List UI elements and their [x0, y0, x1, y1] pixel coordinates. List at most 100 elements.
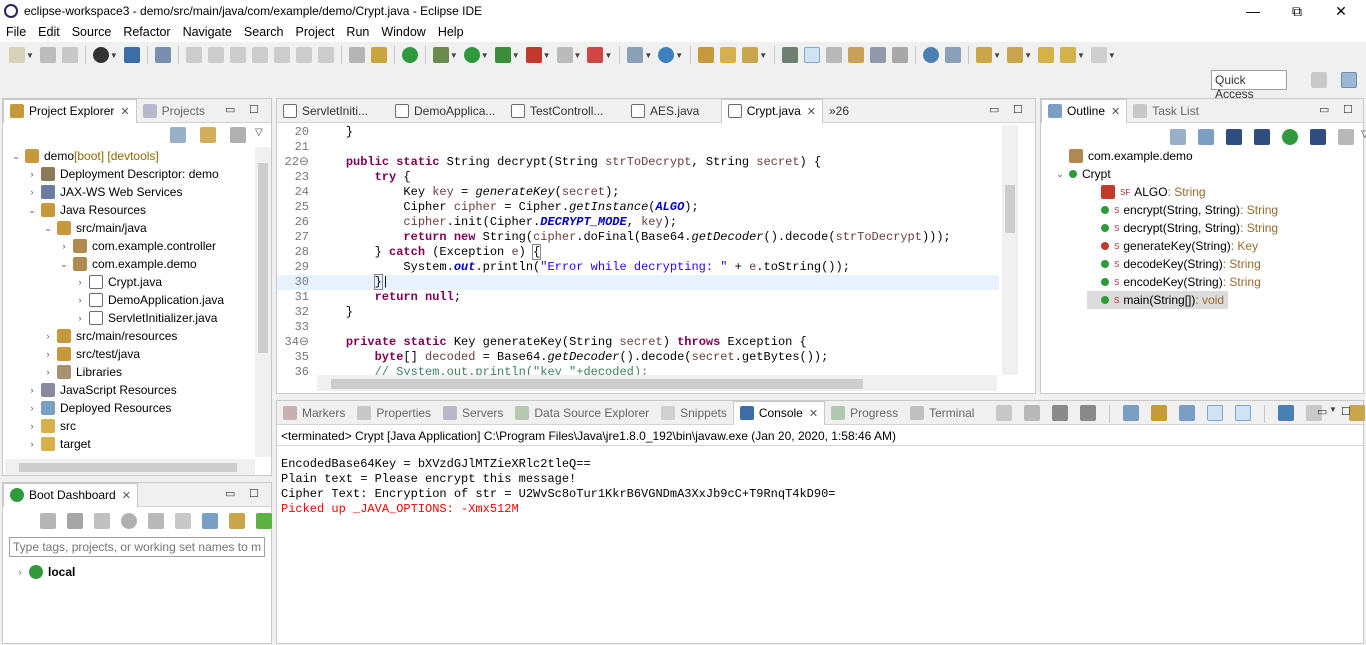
chevron-right-icon[interactable]: › — [27, 169, 37, 179]
tree-item[interactable]: › target — [27, 435, 91, 453]
maximize-view-icon[interactable]: ☐ — [1341, 405, 1351, 418]
tree-item[interactable]: › Crypt.java — [75, 273, 162, 291]
hide-nonpublic-icon[interactable] — [1282, 129, 1298, 145]
focus-icon[interactable] — [1338, 129, 1354, 145]
new-console-icon[interactable] — [1348, 405, 1365, 421]
code-line[interactable]: 22⊖ public static String decrypt(String … — [277, 155, 999, 170]
chevron-right-icon[interactable]: › — [75, 313, 85, 323]
horizontal-scrollbar[interactable] — [5, 459, 255, 475]
chevron-right-icon[interactable]: › — [43, 367, 53, 377]
hide-fields-icon[interactable] — [1226, 129, 1242, 145]
open-project-icon[interactable] — [698, 47, 715, 63]
outline-item[interactable]: Sdecrypt(String, String) : String — [1087, 219, 1278, 237]
view-menu-icon[interactable]: ▽ — [1361, 129, 1366, 145]
tab-overflow[interactable]: »26 — [823, 99, 855, 123]
code-line[interactable]: 25 Cipher cipher = Cipher.getInstance(AL… — [277, 200, 999, 215]
show-whitespace-icon[interactable] — [870, 47, 887, 63]
tree-item[interactable]: › src/test/java — [43, 345, 140, 363]
hide-static-icon[interactable] — [1254, 129, 1270, 145]
open-type-icon[interactable] — [370, 47, 387, 63]
run-icon[interactable] — [463, 47, 480, 63]
menu-navigate[interactable]: Navigate — [177, 25, 238, 39]
stop-icon[interactable] — [556, 47, 573, 63]
chevron-right-icon[interactable]: › — [27, 187, 37, 197]
chevron-down-icon[interactable]: ▼ — [574, 51, 582, 60]
chevron-down-icon[interactable]: ⌄ — [27, 205, 37, 216]
show-on-stdout-icon[interactable] — [1207, 405, 1223, 421]
tree-item[interactable]: › JAX-WS Web Services — [27, 183, 182, 201]
code-line[interactable]: 20 } — [277, 125, 999, 140]
code-line[interactable]: 21 — [277, 140, 999, 155]
next-annotation-icon[interactable] — [976, 47, 993, 63]
chevron-down-icon[interactable]: ▼ — [110, 51, 118, 60]
remove-launch-icon[interactable] — [1052, 405, 1068, 421]
new-class-icon[interactable] — [658, 47, 675, 63]
scroll-thumb[interactable] — [331, 379, 863, 389]
menu-refactor[interactable]: Refactor — [117, 25, 176, 39]
chevron-down-icon[interactable]: ▼ — [644, 51, 652, 60]
pilcrow-icon[interactable] — [892, 47, 909, 63]
close-icon[interactable]: ✕ — [809, 407, 818, 420]
clear-console-icon[interactable] — [1123, 405, 1139, 421]
tab-data-source-explorer[interactable]: Data Source Explorer — [509, 401, 655, 425]
deploy-icon[interactable] — [587, 47, 604, 63]
save-all-icon[interactable] — [61, 47, 78, 63]
chevron-right-icon[interactable]: › — [15, 567, 25, 577]
console-output[interactable]: EncodedBase64Key = bXVzdGJlMTZieXRlc2tle… — [281, 457, 836, 517]
code-line[interactable]: 27 return new String(cipher.doFinal(Base… — [277, 230, 999, 245]
chevron-down-icon[interactable]: ▼ — [512, 51, 520, 60]
outline-item[interactable]: ⌄ Crypt — [1055, 165, 1110, 183]
tree-item[interactable]: ⌄ Java Resources — [27, 201, 146, 219]
java-ee-perspective-icon[interactable] — [1341, 72, 1357, 88]
tab-console[interactable]: Console ✕ — [732, 400, 826, 425]
tree-item[interactable]: › com.example.controller — [59, 237, 216, 255]
open-browser-icon[interactable] — [121, 513, 137, 529]
tab-testcontroller[interactable]: TestControll... — [505, 99, 625, 123]
chevron-down-icon[interactable]: ▼ — [993, 51, 1001, 60]
stop-icon[interactable] — [94, 513, 110, 529]
coverage-icon[interactable] — [494, 47, 511, 63]
resume-icon[interactable] — [185, 47, 202, 63]
suspend-icon[interactable] — [207, 47, 224, 63]
outline-item[interactable]: SF ALGO : String — [1087, 183, 1206, 201]
console-icon[interactable] — [148, 513, 164, 529]
tab-progress[interactable]: Progress — [825, 401, 904, 425]
scroll-thumb[interactable] — [19, 463, 237, 472]
tree-item[interactable]: ⌄ demo [boot] [devtools] — [11, 147, 159, 165]
outline-item[interactable]: SencodeKey(String) : String — [1087, 273, 1261, 291]
menu-file[interactable]: File — [0, 25, 32, 39]
outline-item[interactable]: Smain(String[]) : void — [1087, 291, 1229, 309]
tab-outline[interactable]: Outline ✕ — [1041, 98, 1128, 123]
outline-item[interactable]: SdecodeKey(String) : String — [1087, 255, 1261, 273]
scroll-lock-icon[interactable] — [1151, 405, 1167, 421]
show-on-stderr-icon[interactable] — [1235, 405, 1251, 421]
link-with-editor-icon[interactable] — [200, 127, 216, 143]
chevron-down-icon[interactable]: ▼ — [26, 51, 34, 60]
sort-icon[interactable] — [1198, 129, 1214, 145]
chevron-down-icon[interactable]: ▼ — [759, 51, 767, 60]
start-icon[interactable] — [40, 513, 56, 529]
tree-item[interactable]: › JavaScript Resources — [27, 381, 177, 399]
open-folder-icon[interactable] — [720, 47, 737, 63]
menu-edit[interactable]: Edit — [32, 25, 66, 39]
tree-item[interactable]: › Libraries — [43, 363, 122, 381]
chevron-down-icon[interactable]: ⌄ — [1055, 169, 1065, 180]
minimize-view-icon[interactable]: ▭ — [225, 487, 235, 500]
code-line[interactable]: 30 }| — [277, 274, 999, 290]
chevron-right-icon[interactable]: › — [43, 349, 53, 359]
skip-breakpoints-icon[interactable] — [154, 47, 171, 63]
code-line[interactable]: 36 // System.out.println("key "+decoded)… — [277, 365, 999, 375]
chevron-down-icon[interactable]: ▼ — [1024, 51, 1032, 60]
hide-local-types-icon[interactable] — [1310, 129, 1326, 145]
terminate-icon[interactable] — [229, 47, 246, 63]
outline-item[interactable]: SgenerateKey(String) : Key — [1087, 237, 1258, 255]
forward-icon[interactable] — [1090, 47, 1107, 63]
task-icon[interactable] — [348, 47, 365, 63]
minimize-view-icon[interactable]: ▭ — [225, 103, 235, 116]
code-line[interactable]: 31 return null; — [277, 290, 999, 305]
back-icon[interactable] — [1059, 47, 1076, 63]
vertical-scrollbar[interactable] — [1002, 125, 1018, 375]
vertical-scrollbar[interactable] — [255, 147, 271, 457]
open-perspective-icon[interactable] — [1311, 72, 1327, 88]
profile-icon[interactable] — [92, 47, 109, 63]
